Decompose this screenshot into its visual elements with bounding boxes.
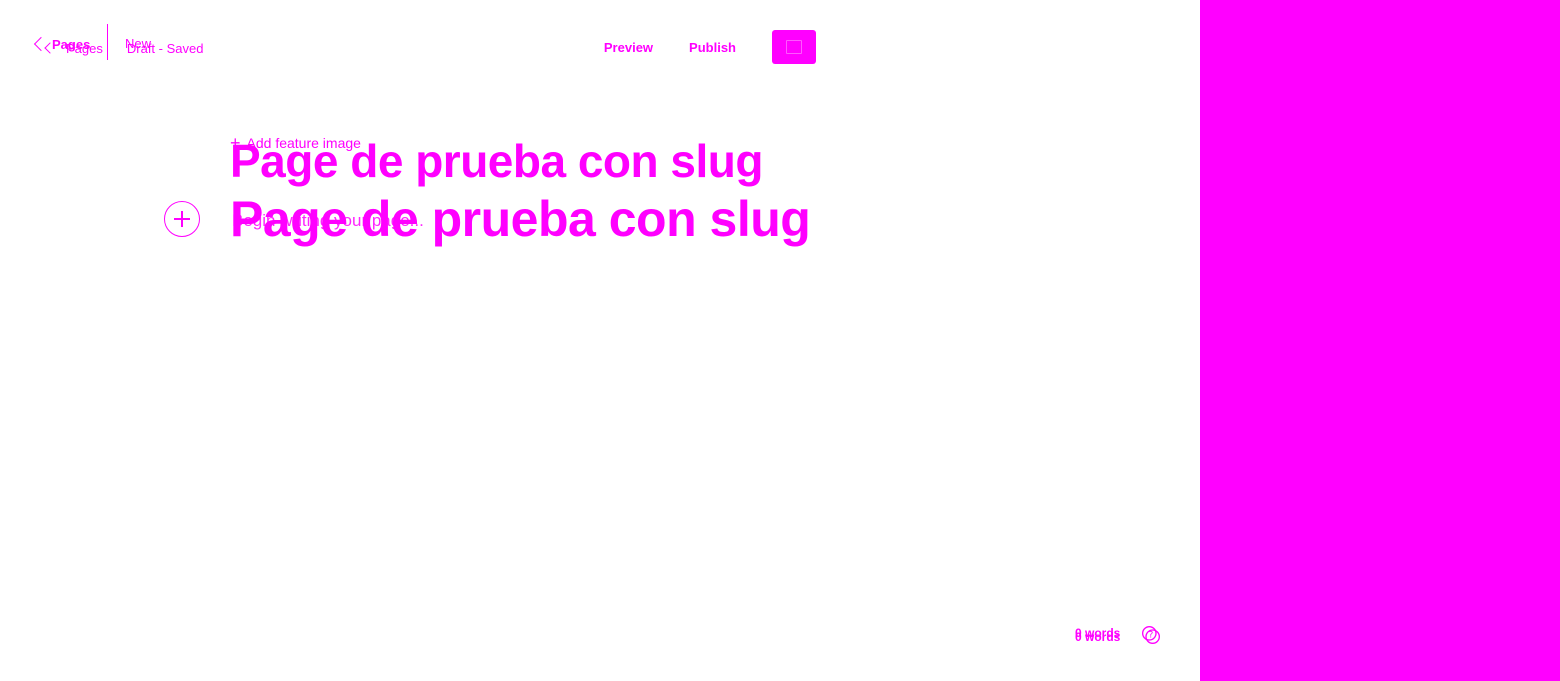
settings-toggle-button[interactable] — [772, 30, 816, 64]
publish-button[interactable]: Publish — [689, 40, 736, 55]
add-feature-image-button[interactable]: + Add feature image — [230, 134, 361, 152]
app-window: Pages New Pages Draft - Saved Preview Pu… — [0, 0, 1560, 681]
chevron-left-icon — [44, 42, 56, 54]
editor-pane: Pages New Pages Draft - Saved Preview Pu… — [0, 0, 1200, 681]
svg-text:?: ? — [1149, 630, 1154, 641]
sidebar-toggle-icon — [786, 40, 802, 54]
plus-circle-icon — [174, 211, 190, 227]
settings-sidebar — [1200, 0, 1560, 681]
add-card-button[interactable] — [164, 201, 200, 237]
editor-header: Pages Draft - Saved — [44, 38, 203, 58]
plus-icon: + — [230, 133, 241, 153]
back-to-pages-link[interactable]: Pages — [44, 41, 103, 56]
header-actions: Preview Publish — [604, 30, 816, 64]
feature-image-label: Add feature image — [246, 135, 361, 151]
help-icon[interactable]: ? — [1141, 625, 1161, 645]
save-status: Draft - Saved — [126, 40, 204, 56]
back-label: Pages — [66, 40, 103, 56]
page-title-input[interactable]: Page de prueba con slug — [230, 190, 811, 248]
word-count: 0 words — [1075, 630, 1121, 644]
preview-button[interactable]: Preview — [604, 40, 653, 55]
